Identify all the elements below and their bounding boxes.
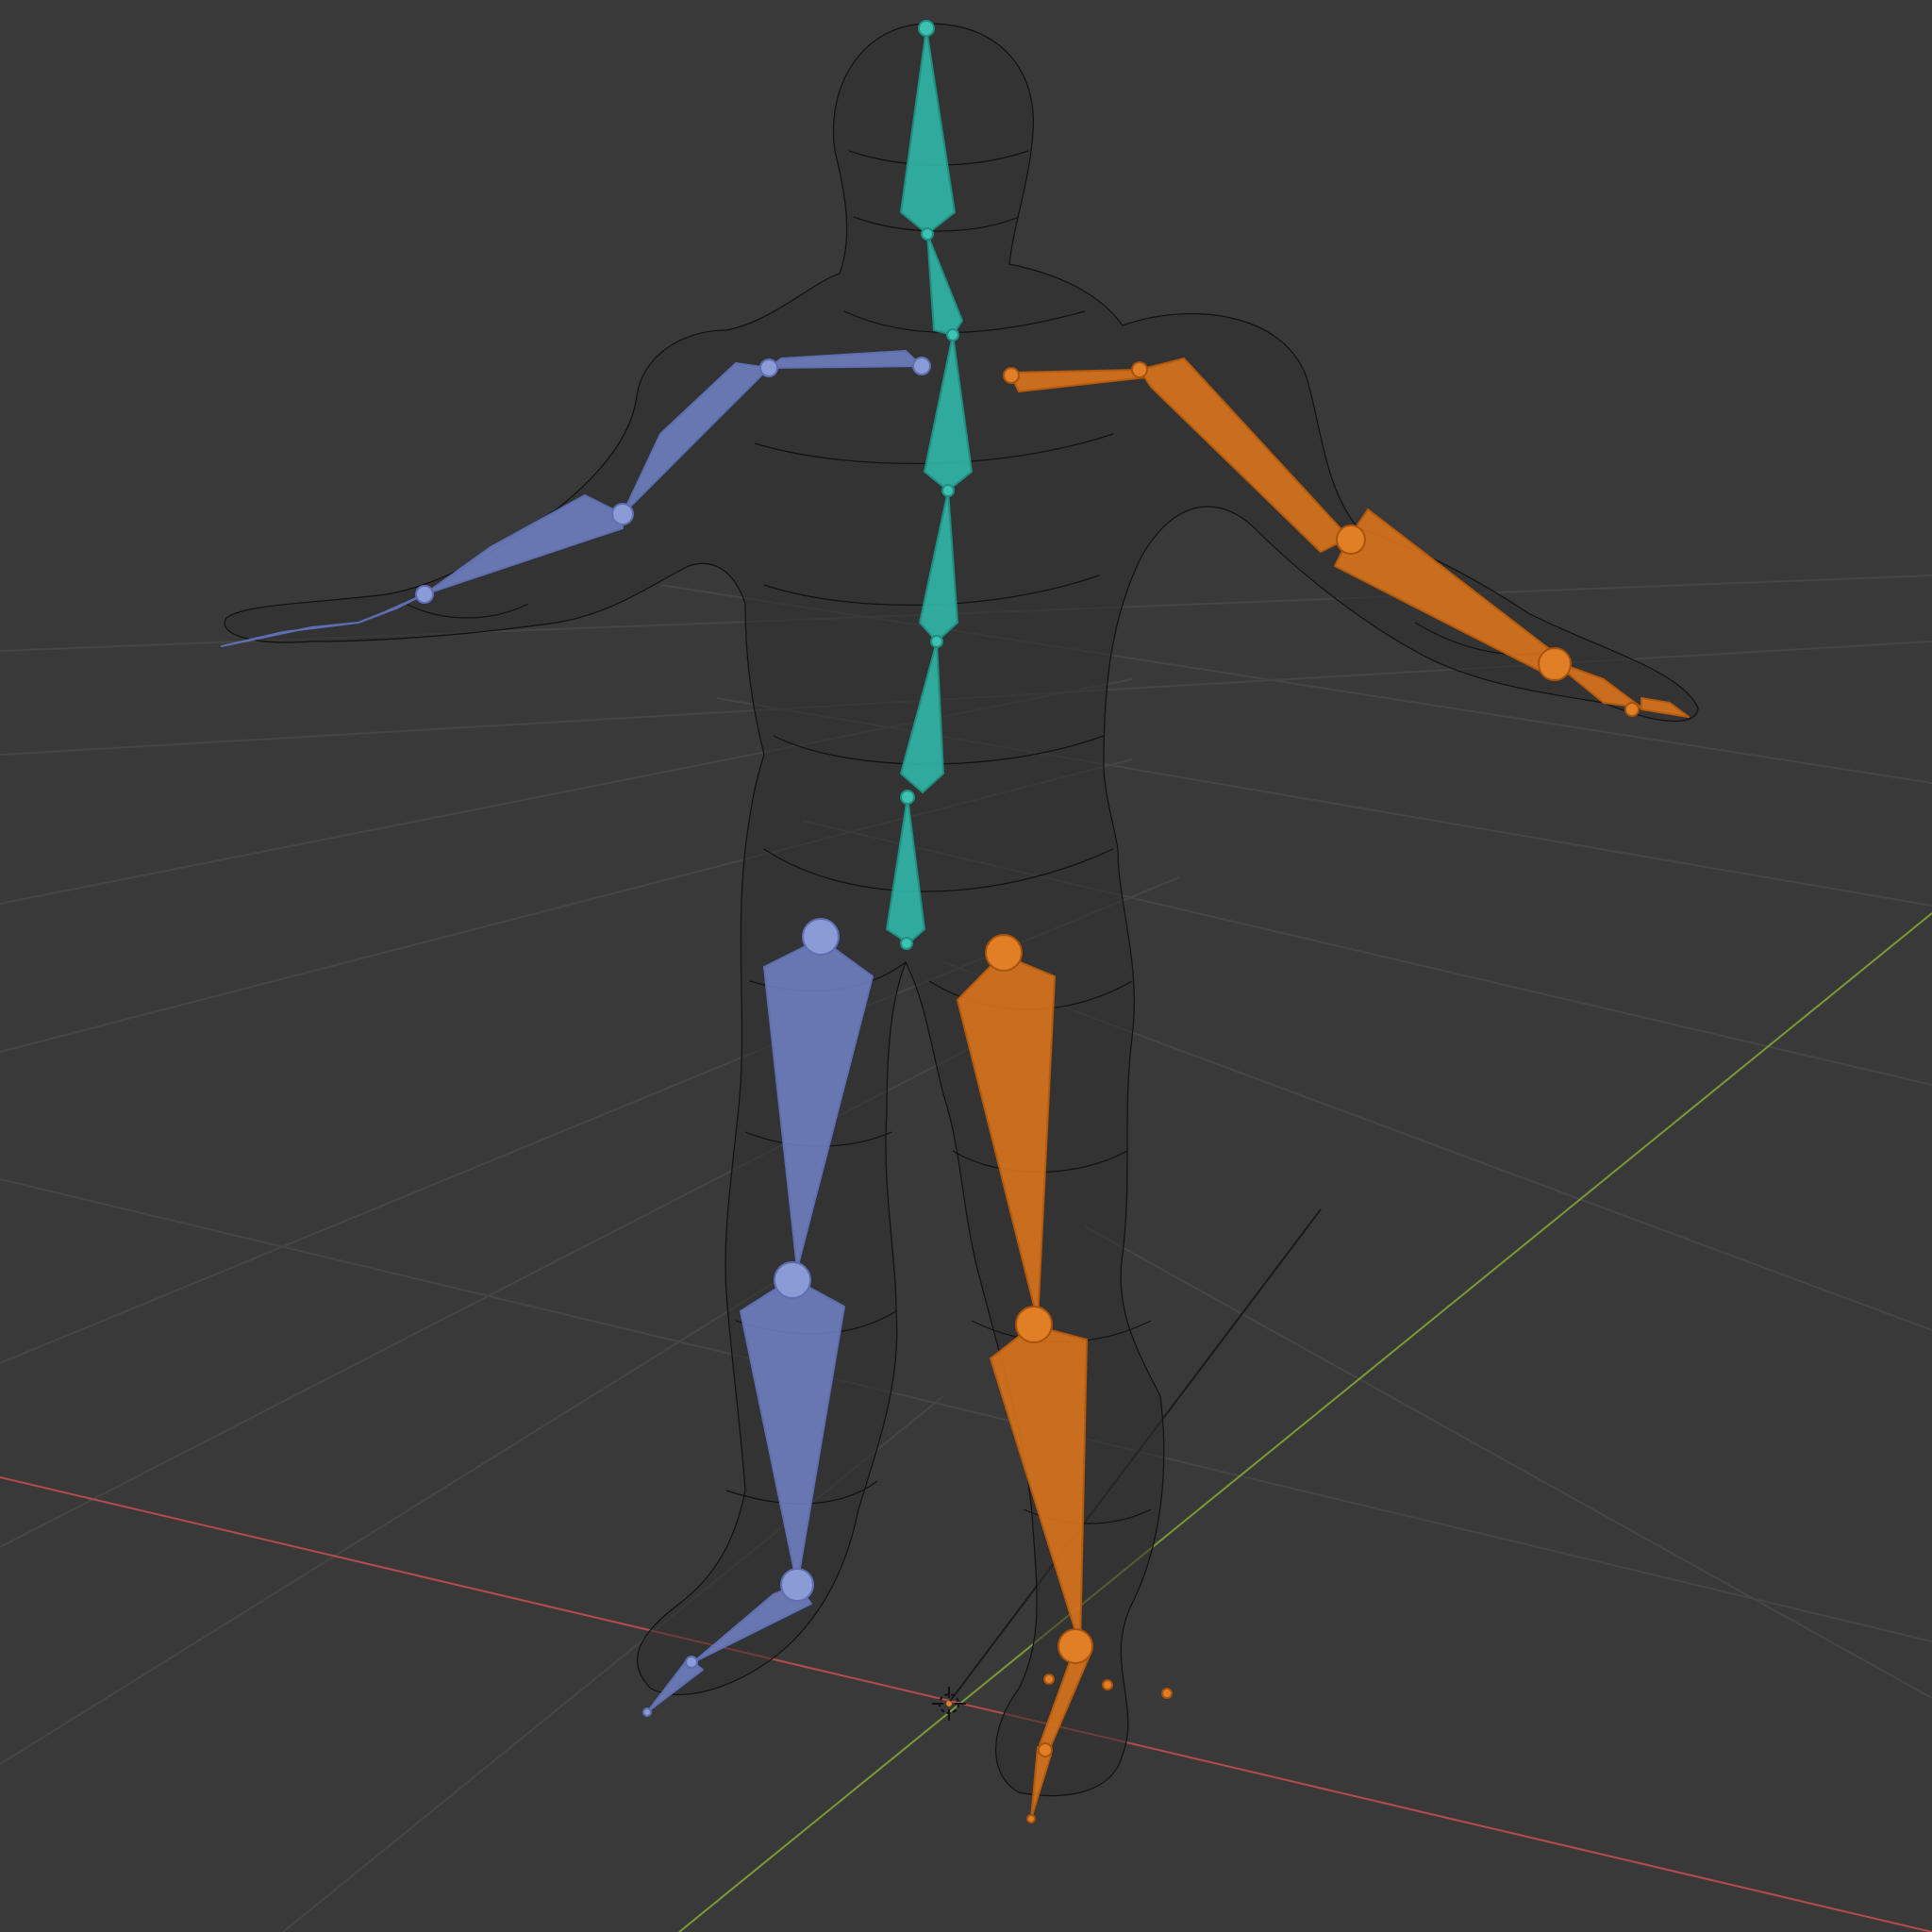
heel-marker-3[interactable]: [1161, 1688, 1173, 1699]
mesh-silhouette: [225, 24, 1698, 1796]
joint-wrist-l[interactable]: [415, 585, 434, 604]
joint-knee-r[interactable]: [1015, 1306, 1053, 1343]
3d-cursor-icon[interactable]: [932, 1687, 966, 1721]
joint-spine-lower[interactable]: [930, 635, 943, 648]
joint-wrist-r[interactable]: [1538, 647, 1572, 681]
joint-chest[interactable]: [946, 328, 959, 341]
joint-shoulder-r[interactable]: [1003, 367, 1020, 384]
joint-elbow-r[interactable]: [1336, 525, 1366, 555]
viewport-canvas[interactable]: [0, 0, 1932, 1932]
joint-neck[interactable]: [921, 227, 934, 241]
joint-upper-arm-r[interactable]: [1131, 361, 1148, 378]
character-mesh[interactable]: [224, 23, 1699, 1797]
joint-toe-tip-l[interactable]: [642, 1707, 652, 1717]
joint-hips[interactable]: [900, 790, 915, 805]
3d-viewport[interactable]: [0, 0, 1932, 1932]
joint-upper-arm-l[interactable]: [759, 358, 778, 377]
heel-marker-1[interactable]: [1043, 1674, 1055, 1685]
joint-ankle-l[interactable]: [780, 1568, 814, 1602]
heel-marker-2[interactable]: [1102, 1679, 1113, 1690]
joint-hip-r[interactable]: [985, 934, 1023, 972]
joint-shoulder-l[interactable]: [912, 357, 931, 375]
joint-ankle-r[interactable]: [1058, 1628, 1093, 1664]
joint-finger-r[interactable]: [1624, 702, 1640, 717]
joint-toe-tip-r[interactable]: [1026, 1814, 1036, 1824]
joint-ball-l[interactable]: [685, 1656, 698, 1669]
joint-spine-upper[interactable]: [941, 484, 955, 497]
joint-hip-l[interactable]: [802, 918, 840, 956]
joint-pelvis-tail[interactable]: [900, 937, 913, 950]
joint-head-tip[interactable]: [918, 20, 935, 37]
joint-knee-l[interactable]: [774, 1261, 811, 1299]
joint-ball-r[interactable]: [1038, 1742, 1053, 1757]
joint-elbow-l[interactable]: [611, 503, 634, 525]
